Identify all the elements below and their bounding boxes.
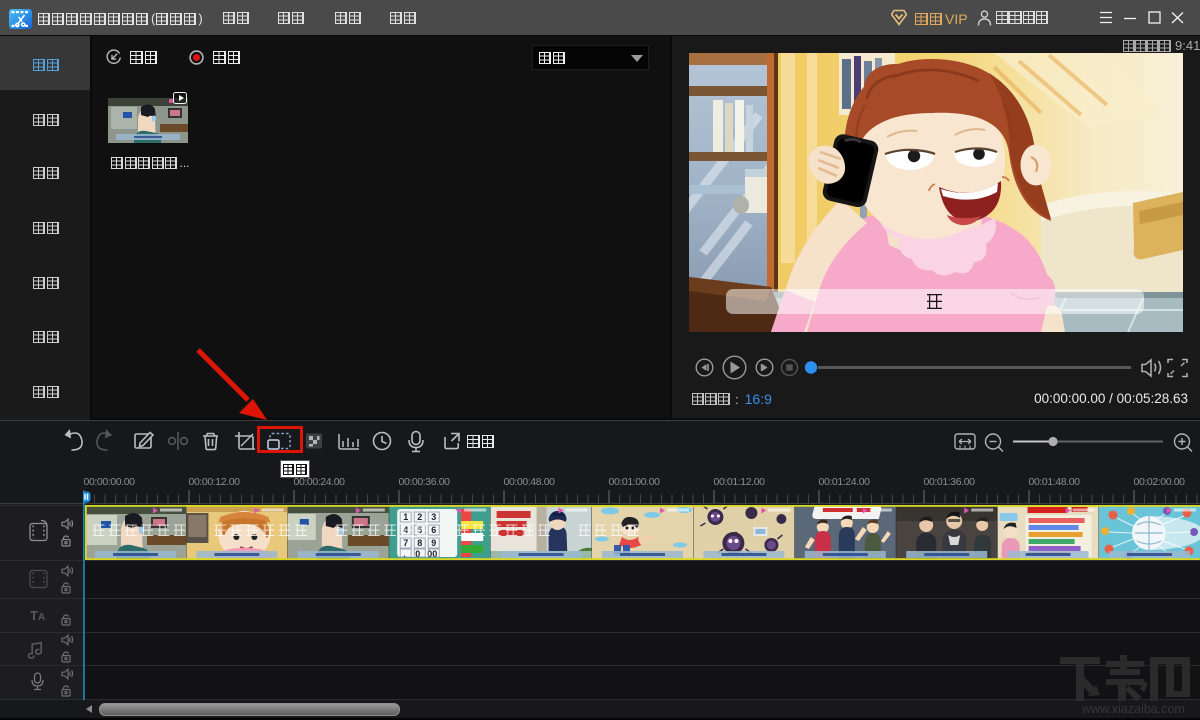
svg-text:0: 0 [415,549,420,559]
svg-text:2: 2 [417,512,422,522]
svg-text:00: 00 [427,549,437,559]
svg-text:.: . [403,549,406,559]
svg-text:9: 9 [431,538,436,548]
svg-text:6: 6 [431,525,436,535]
svg-text:1: 1 [403,512,408,522]
svg-text:TA: TA [30,608,45,623]
svg-text:8: 8 [417,538,422,548]
svg-text:3: 3 [431,512,436,522]
svg-text:7: 7 [403,538,408,548]
svg-text:www.xiazaiba.com: www.xiazaiba.com [1081,702,1185,716]
